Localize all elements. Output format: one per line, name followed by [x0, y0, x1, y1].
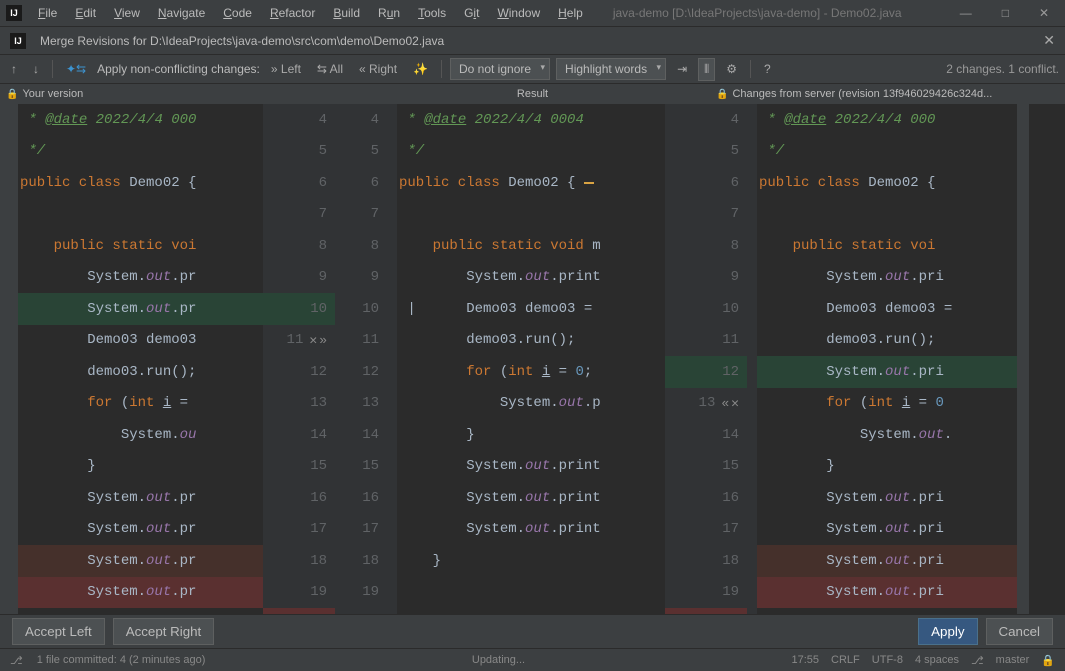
app-logo-icon: IJ — [6, 5, 22, 21]
cancel-button[interactable]: Cancel — [986, 618, 1054, 645]
status-bar: ⎇ 1 file committed: 4 (2 minutes ago) Up… — [0, 648, 1065, 671]
highlight-dropdown[interactable]: Highlight words — [556, 58, 666, 80]
magic-wand-icon[interactable]: ✨ — [408, 59, 433, 79]
window-controls: — □ ✕ — [950, 2, 1059, 24]
dialog-logo-icon: IJ — [10, 33, 26, 49]
window-title: java-demo [D:\IdeaProjects\java-demo] - … — [613, 6, 948, 20]
maximize-button[interactable]: □ — [992, 2, 1019, 24]
menu-run[interactable]: Run — [370, 3, 408, 23]
status-indent[interactable]: 4 spaces — [915, 654, 959, 666]
right-marker-stripe[interactable] — [1017, 104, 1029, 614]
accept-left-button[interactable]: Accept Left — [12, 618, 105, 645]
minimize-button[interactable]: — — [950, 2, 982, 24]
status-branch[interactable]: master — [996, 654, 1030, 666]
diff-viewer: * @date 2022/4/4 000 */ public class Dem… — [0, 104, 1065, 614]
separator — [441, 60, 442, 78]
lock-icon: 🔒 — [6, 89, 18, 100]
separator — [52, 60, 53, 78]
branch-icon: ⎇ — [971, 654, 984, 667]
sync-scroll-icon[interactable]: ⫴ — [698, 58, 715, 81]
accept-change-icon[interactable]: « — [721, 396, 729, 411]
separator — [750, 60, 751, 78]
close-window-button[interactable]: ✕ — [1029, 2, 1059, 24]
apply-button[interactable]: Apply — [918, 618, 977, 645]
middle-pane-label: Result — [517, 88, 548, 100]
accept-right-button[interactable]: Accept Right — [113, 618, 215, 645]
middle-pane-code[interactable]: * @date 2022/4/4 0004 */ public class De… — [397, 104, 665, 614]
menu-build[interactable]: Build — [325, 3, 368, 23]
status-encoding[interactable]: UTF-8 — [872, 654, 903, 666]
apply-left-button[interactable]: » Left — [266, 59, 306, 79]
settings-icon[interactable]: ⚙ — [721, 59, 742, 79]
next-diff-button[interactable]: ↓ — [28, 59, 44, 79]
menu-navigate[interactable]: Navigate — [150, 3, 213, 23]
right-pane-code[interactable]: * @date 2022/4/4 000 */ public class Dem… — [757, 104, 1017, 614]
menu-code[interactable]: Code — [215, 3, 260, 23]
menu-file[interactable]: File — [30, 3, 65, 23]
merge-dialog-header: IJ Merge Revisions for D:\IdeaProjects\j… — [0, 26, 1065, 54]
reject-change-icon[interactable]: ✕ — [309, 333, 317, 348]
ignore-dropdown[interactable]: Do not ignore — [450, 58, 550, 80]
apply-nonconflict-label: Apply non-conflicting changes: — [97, 62, 260, 76]
menu-view[interactable]: View — [106, 3, 148, 23]
status-lock-icon[interactable]: 🔒 — [1041, 654, 1055, 667]
menu-help[interactable]: Help — [550, 3, 591, 23]
help-icon[interactable]: ? — [759, 59, 776, 79]
menu-git[interactable]: Git — [456, 3, 487, 23]
status-line-sep[interactable]: CRLF — [831, 654, 860, 666]
pane-labels-row: 🔒 Your version Result 🔒 Changes from ser… — [0, 84, 1065, 104]
left-pane-label: Your version — [22, 88, 83, 100]
prev-diff-button[interactable]: ↑ — [6, 59, 22, 79]
right-pane-label: Changes from server (revision 13f9460294… — [732, 88, 992, 100]
merge-title: Merge Revisions for D:\IdeaProjects\java… — [40, 34, 444, 48]
lock-icon: 🔒 — [716, 89, 728, 100]
left-tool-stripe[interactable] — [0, 104, 18, 614]
menu-tools[interactable]: Tools — [410, 3, 454, 23]
close-dialog-button[interactable]: ✕ — [1043, 32, 1055, 49]
merge-toolbar: ↑ ↓ ✦⇆ Apply non-conflicting changes: » … — [0, 54, 1065, 84]
vcs-status-icon[interactable]: ⎇ — [10, 654, 23, 667]
reject-change-icon[interactable]: ✕ — [731, 396, 739, 411]
main-menu-bar: IJ File Edit View Navigate Code Refactor… — [0, 0, 1065, 26]
left-pane-code[interactable]: * @date 2022/4/4 000 */ public class Dem… — [18, 104, 263, 614]
middle-gutter-left[interactable]: 4 5 6 7 8 9 10 11 12 13 14 15 16 17 18 1… — [345, 104, 397, 614]
menu-window[interactable]: Window — [489, 3, 548, 23]
status-progress-label: Updating... — [219, 654, 777, 666]
merge-footer: Accept Left Accept Right Apply Cancel — [0, 614, 1065, 648]
collapse-icon[interactable]: ⇥ — [672, 59, 692, 79]
status-commit-label: 1 file committed: 4 (2 minutes ago) — [37, 654, 206, 666]
left-gutter[interactable]: 4 5 6 7 8 9 10 11✕» 12 13 14 15 16 17 18… — [263, 104, 345, 614]
apply-all-button[interactable]: ⇆ All — [312, 59, 348, 79]
apply-right-button[interactable]: « Right — [354, 59, 402, 79]
menu-refactor[interactable]: Refactor — [262, 3, 323, 23]
accept-change-icon[interactable]: » — [319, 333, 327, 348]
right-gutter[interactable]: 4 5 6 7 8 9 10 11 12 13«✕ 14 15 16 17 18… — [665, 104, 757, 614]
status-caret-pos[interactable]: 17:55 — [792, 654, 820, 666]
magic-resolve-icon[interactable]: ✦⇆ — [61, 59, 91, 79]
changes-count-label: 2 changes. 1 conflict. — [946, 62, 1059, 76]
menu-edit[interactable]: Edit — [67, 3, 104, 23]
